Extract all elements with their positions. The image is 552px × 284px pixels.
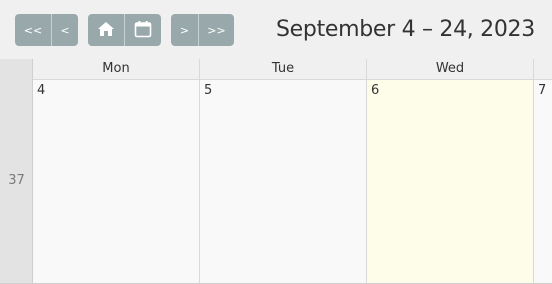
day-header-tue: Tue [200,59,366,80]
prev-button[interactable]: < [51,14,78,46]
day-header-thu [534,59,552,80]
prev-button-group: << < [15,14,78,46]
day-number: 7 [538,83,547,98]
day-column-thu[interactable]: 7 [534,59,552,284]
day-cell-tue[interactable]: 5 [200,80,366,284]
next-far-button[interactable]: >> [198,14,234,46]
calendar-grid: 37 Mon 4 Tue 5 Wed 6 7 [0,59,552,284]
prev-far-button[interactable]: << [15,14,51,46]
calendar-button[interactable] [124,14,161,46]
day-header-wed: Wed [367,59,533,80]
home-icon [97,21,115,40]
day-header-mon: Mon [33,59,199,80]
day-cell-thu[interactable]: 7 [534,80,552,284]
date-range-title: September 4 – 24, 2023 [276,17,535,42]
day-number: 5 [204,83,213,98]
calendar-icon [134,20,152,41]
day-number: 6 [371,83,380,98]
next-button-group: > >> [171,14,234,46]
day-column-mon[interactable]: Mon 4 [33,59,200,284]
home-button[interactable] [88,14,124,46]
calendar-toolbar: << < > >> September 4 – 24, 2023 [0,0,552,59]
week-number-column: 37 [0,59,33,284]
next-button[interactable]: > [171,14,198,46]
nav-button-group [88,14,161,46]
day-number: 4 [37,83,46,98]
day-column-wed[interactable]: Wed 6 [367,59,534,284]
day-cell-mon[interactable]: 4 [33,80,199,284]
week-number: 37 [8,173,25,188]
day-column-tue[interactable]: Tue 5 [200,59,367,284]
day-cell-wed-today[interactable]: 6 [367,80,533,284]
